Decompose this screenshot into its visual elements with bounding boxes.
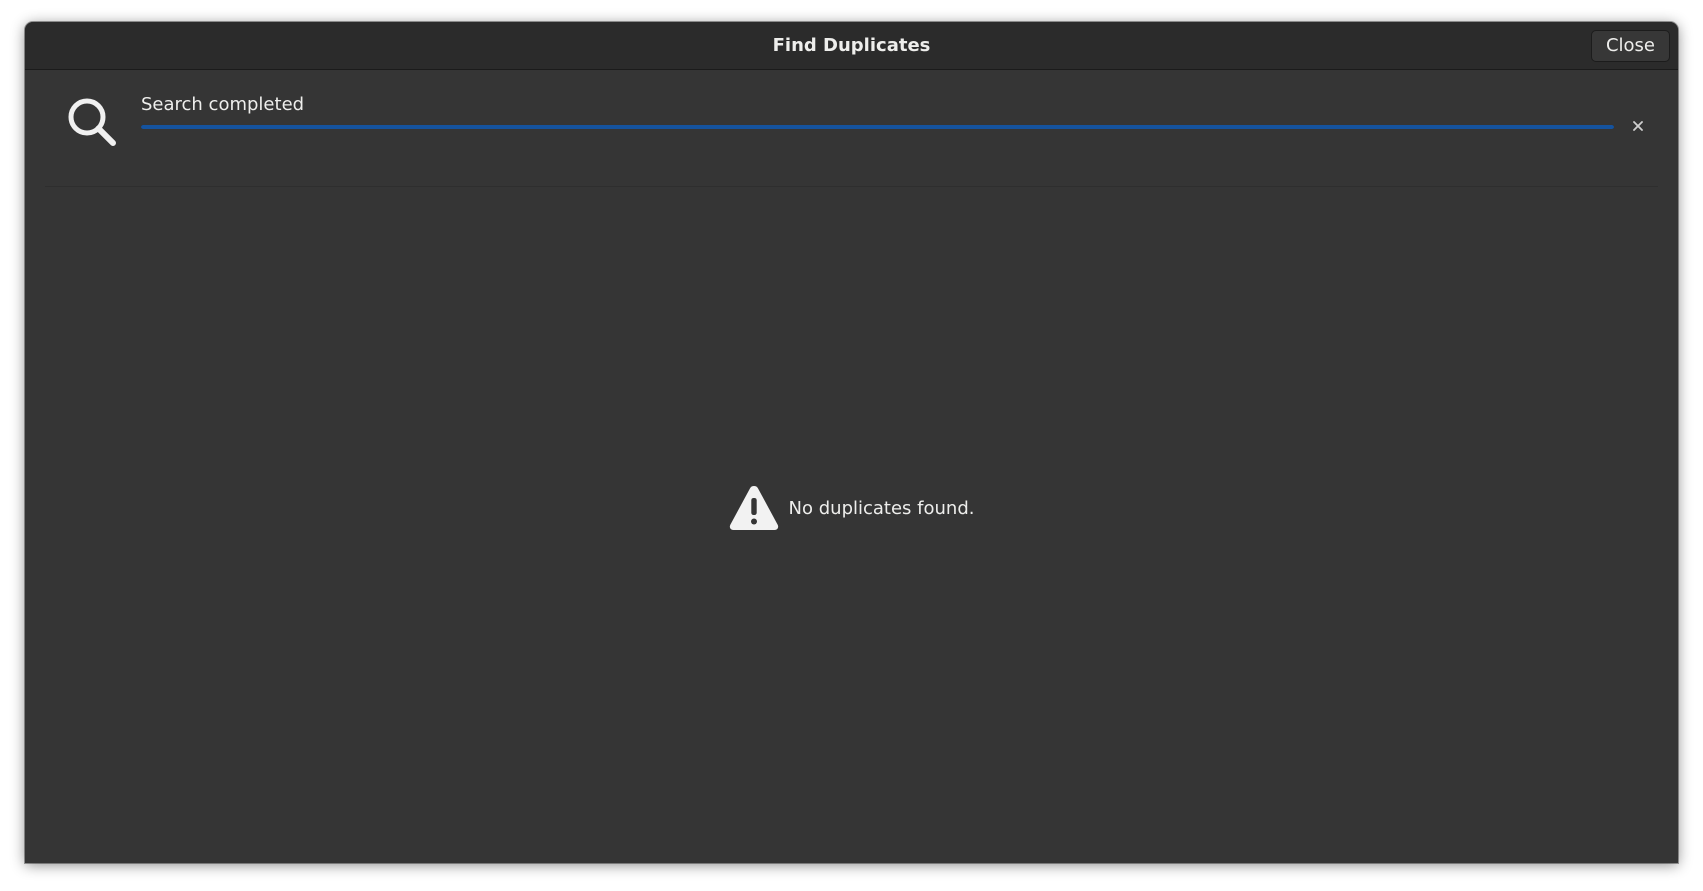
warning-icon [729, 486, 778, 530]
dialog-title: Find Duplicates [772, 35, 931, 56]
empty-results-state: No duplicates found. [25, 483, 1678, 533]
search-icon [68, 98, 116, 146]
search-progress-row: Search completed [45, 70, 1658, 187]
search-progress-bar [141, 125, 1614, 129]
empty-results-message: No duplicates found. [788, 497, 975, 519]
dialog-titlebar: Find Duplicates Close [25, 22, 1678, 70]
search-progress-fill [141, 125, 1614, 129]
close-icon[interactable] [1626, 114, 1650, 138]
search-status-text: Search completed [141, 94, 305, 115]
close-button[interactable]: Close [1591, 30, 1670, 62]
find-duplicates-dialog: Find Duplicates Close Search completed N… [25, 22, 1678, 863]
